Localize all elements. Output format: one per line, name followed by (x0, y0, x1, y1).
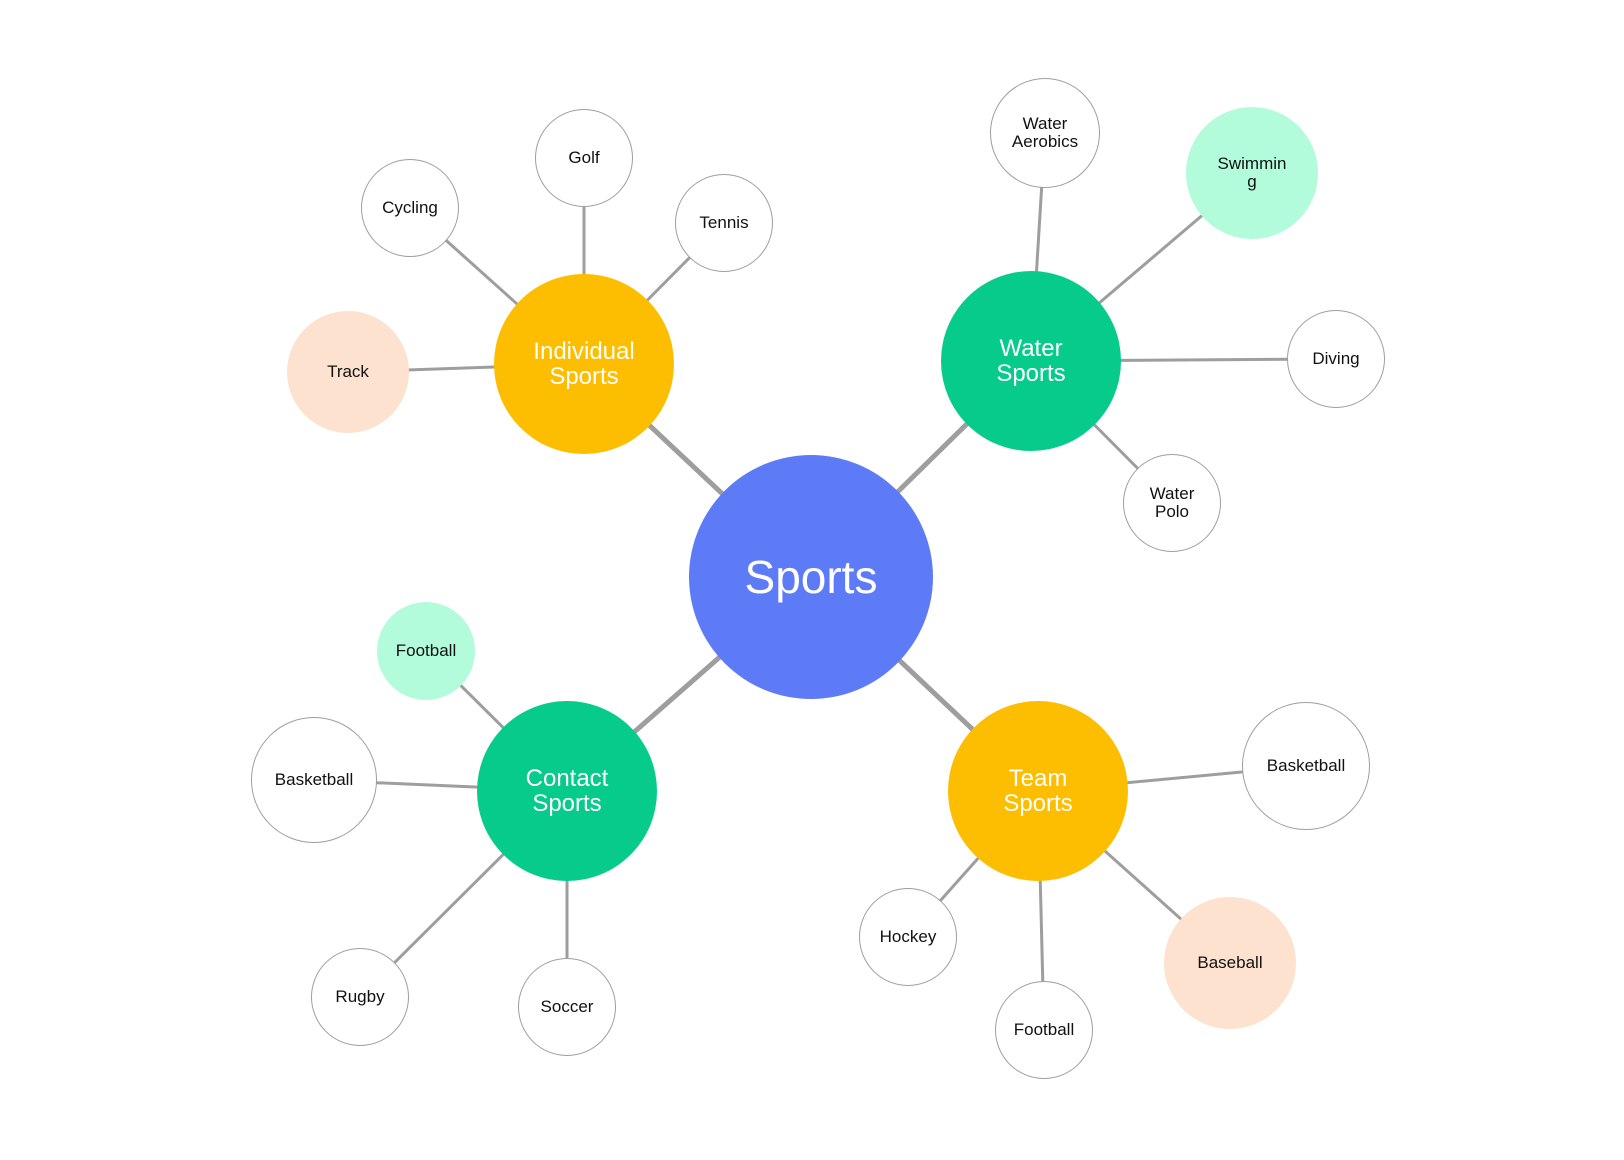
category-node-water-sports[interactable]: Water Sports (941, 271, 1121, 451)
leaf-label: Cycling (382, 198, 438, 218)
mind-map-canvas: Sports Individual Sports Track Cycling G… (0, 0, 1624, 1160)
leaf-node-water-polo[interactable]: Water Polo (1123, 454, 1221, 552)
leaf-label: Tennis (699, 213, 749, 233)
leaf-label: Swimmin g (1217, 154, 1287, 191)
leaf-label: Water Aerobics (1011, 114, 1079, 151)
leaf-label: Basketball (274, 770, 354, 790)
leaf-label: Soccer (540, 997, 594, 1017)
category-label: Contact Sports (525, 764, 609, 817)
category-node-individual-sports[interactable]: Individual Sports (494, 274, 674, 454)
leaf-node-tennis[interactable]: Tennis (675, 174, 773, 272)
category-label: Team Sports (1003, 764, 1073, 817)
root-label: Sports (744, 550, 878, 603)
category-label: Individual Sports (533, 337, 635, 390)
leaf-node-cycling[interactable]: Cycling (361, 159, 459, 257)
leaf-label: Golf (568, 148, 600, 168)
category-node-team-sports[interactable]: Team Sports (948, 701, 1128, 881)
leaf-node-hockey[interactable]: Hockey (859, 888, 957, 986)
leaf-node-water-aerobics[interactable]: Water Aerobics (990, 78, 1100, 188)
leaf-node-basketball-team[interactable]: Basketball (1242, 702, 1370, 830)
leaf-node-rugby[interactable]: Rugby (311, 948, 409, 1046)
leaf-node-soccer[interactable]: Soccer (518, 958, 616, 1056)
leaf-node-football-team[interactable]: Football (995, 981, 1093, 1079)
leaf-node-baseball[interactable]: Baseball (1164, 897, 1296, 1029)
category-node-contact-sports[interactable]: Contact Sports (477, 701, 657, 881)
leaf-label: Baseball (1197, 953, 1263, 973)
leaf-node-golf[interactable]: Golf (535, 109, 633, 207)
leaf-node-diving[interactable]: Diving (1287, 310, 1385, 408)
leaf-label: Rugby (335, 987, 385, 1007)
leaf-node-basketball-contact[interactable]: Basketball (251, 717, 377, 843)
leaf-label: Track (327, 362, 369, 382)
leaf-label: Water Polo (1149, 484, 1195, 521)
category-label: Water Sports (996, 334, 1066, 387)
root-node-sports[interactable]: Sports (689, 455, 933, 699)
leaf-label: Football (395, 641, 457, 661)
leaf-label: Football (1013, 1020, 1075, 1040)
leaf-label: Hockey (879, 927, 937, 947)
leaf-node-swimming[interactable]: Swimmin g (1186, 107, 1318, 239)
leaf-node-football-contact[interactable]: Football (377, 602, 475, 700)
leaf-label: Basketball (1266, 756, 1346, 776)
leaf-label: Diving (1312, 349, 1360, 369)
leaf-node-track[interactable]: Track (287, 311, 409, 433)
